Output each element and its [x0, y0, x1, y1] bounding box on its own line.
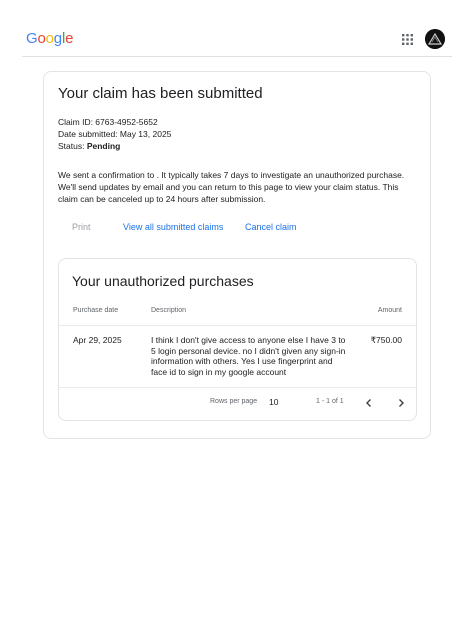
confirmation-message: We sent a confirmation to . It typically… [58, 170, 405, 204]
column-header-date: Purchase date [73, 307, 119, 314]
google-logo[interactable]: Google [26, 30, 73, 47]
top-bar: Google [0, 0, 474, 57]
rows-per-page-select[interactable]: 10 [269, 397, 278, 407]
cancel-claim-button[interactable]: Cancel claim [245, 222, 297, 232]
view-all-claims-link[interactable]: View all submitted claims [123, 222, 223, 232]
rows-per-page-label: Rows per page [210, 398, 258, 405]
pagination-range: 1 - 1 of 1 [316, 398, 344, 405]
section-title: Your unauthorized purchases [72, 273, 254, 289]
row-divider [59, 387, 416, 388]
logo-letter: o [37, 30, 46, 47]
logo-letter: e [65, 30, 74, 47]
chevron-left-icon[interactable] [362, 396, 376, 410]
claim-id: Claim ID: 6763-4952-5652 [58, 117, 158, 127]
claim-status: Status: Pending [58, 141, 120, 151]
logo-letter: G [26, 30, 38, 47]
row-amount: ₹750.00 [370, 335, 402, 345]
header-divider [22, 56, 452, 57]
avatar-image [425, 29, 445, 49]
header-divider [59, 325, 416, 326]
column-header-amount: Amount [377, 307, 402, 314]
logo-letter: o [45, 30, 54, 47]
claim-card: Your claim has been submitted Claim ID: … [43, 71, 431, 439]
unauthorized-purchases-table: Your unauthorized purchases Purchase dat… [58, 258, 417, 421]
column-header-description: Description [151, 307, 187, 314]
page-title: Your claim has been submitted [58, 85, 263, 102]
print-button[interactable]: Print [72, 222, 91, 232]
google-apps-grid-icon[interactable] [402, 34, 413, 45]
logo-letter: g [53, 30, 62, 47]
status-badge: Pending [86, 141, 121, 151]
date-submitted: Date submitted: May 13, 2025 [58, 129, 172, 139]
row-purchase-date: Apr 29, 2025 [73, 335, 122, 345]
chevron-left-glyph [366, 399, 371, 407]
account-avatar-icon[interactable] [425, 29, 445, 49]
chevron-right-glyph [399, 399, 404, 407]
status-label: Status: [58, 141, 87, 151]
row-description: I think I don't give access to anyone el… [151, 335, 346, 377]
chevron-right-icon[interactable] [394, 396, 408, 410]
